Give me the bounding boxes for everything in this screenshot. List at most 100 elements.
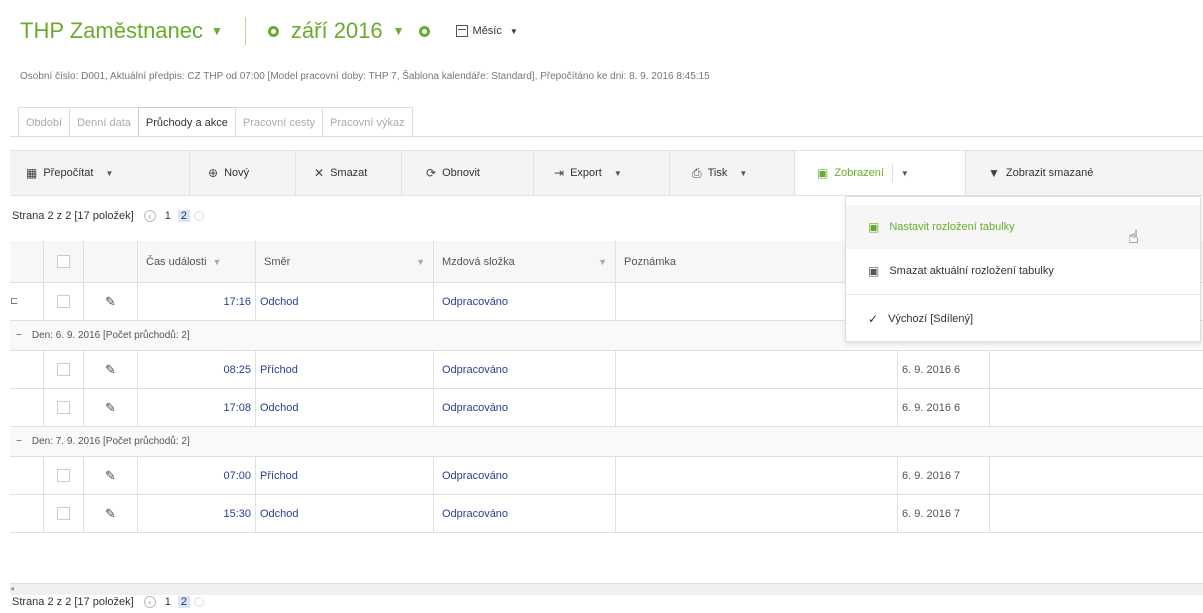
checkbox[interactable] bbox=[57, 363, 70, 376]
event-time[interactable]: 17:16 bbox=[138, 283, 256, 320]
wage-component[interactable]: Odpracováno bbox=[434, 495, 616, 532]
delete-button[interactable]: ✕ Smazat bbox=[296, 151, 402, 195]
layout-icon: ▣ bbox=[817, 166, 829, 180]
pager-bottom: Strana 2 z 2 [17 položek] ‹ 1 2 bbox=[12, 592, 204, 612]
next-period-icon[interactable] bbox=[418, 25, 430, 37]
refresh-button[interactable]: ⟳ Obnovit bbox=[402, 151, 534, 195]
event-time[interactable]: 15:30 bbox=[138, 495, 256, 532]
table-row[interactable]: ✎ 17:08 Odchod Odpracováno 6. 9. 2016 6 bbox=[10, 389, 1203, 427]
tab-period[interactable]: Období bbox=[18, 107, 71, 137]
new-button[interactable]: ⊕ Nový bbox=[190, 151, 296, 195]
prev-page-icon[interactable]: ‹ bbox=[143, 596, 156, 608]
edit-cell[interactable]: ✎ bbox=[84, 389, 138, 426]
chevron-down-icon[interactable]: ▼ bbox=[614, 169, 622, 178]
pager-label: Strana 2 z 2 [17 položek] bbox=[12, 596, 134, 608]
header-wage-component[interactable]: Mzdová složka ▼ bbox=[434, 241, 616, 282]
prev-page-icon[interactable]: ‹ bbox=[143, 210, 156, 222]
chevron-down-icon[interactable]: ▼ bbox=[901, 169, 909, 178]
menu-item-delete-layout[interactable]: ▣ Smazat aktuální rozložení tabulky bbox=[846, 249, 1200, 293]
direction[interactable]: Odchod bbox=[256, 283, 434, 320]
checkbox[interactable] bbox=[57, 469, 70, 482]
chevron-down-icon[interactable]: ▼ bbox=[105, 169, 113, 178]
wage-component[interactable]: Odpracováno bbox=[434, 457, 616, 494]
show-deleted-button[interactable]: ▼ Zobrazit smazané bbox=[966, 151, 1203, 195]
wage-component[interactable]: Odpracováno bbox=[434, 283, 616, 320]
pencil-icon[interactable]: ✎ bbox=[105, 294, 116, 310]
note bbox=[616, 389, 898, 426]
checkbox[interactable] bbox=[57, 255, 70, 268]
checkbox[interactable] bbox=[57, 295, 70, 308]
edit-cell[interactable]: ✎ bbox=[84, 283, 138, 320]
table-row[interactable]: ✎ 08:25 Příchod Odpracováno 6. 9. 2016 6 bbox=[10, 351, 1203, 389]
recalc-button[interactable]: ▦ Přepočítat ▼ bbox=[10, 151, 190, 195]
employee-title[interactable]: THP Zaměstnanec bbox=[20, 18, 203, 44]
event-time[interactable]: 07:00 bbox=[138, 457, 256, 494]
checkbox[interactable] bbox=[57, 507, 70, 520]
header-event-time[interactable]: Čas události ▼ bbox=[138, 241, 256, 282]
page-link-2[interactable]: 2 bbox=[177, 596, 190, 608]
pencil-icon[interactable]: ✎ bbox=[105, 506, 116, 522]
view-dropdown-menu: ▣ Nastavit rozložení tabulky ▣ Smazat ak… bbox=[845, 196, 1201, 342]
direction[interactable]: Příchod bbox=[256, 457, 434, 494]
row-select[interactable] bbox=[44, 457, 84, 494]
wage-component[interactable]: Odpracováno bbox=[434, 351, 616, 388]
menu-item-label: Výchozí [Sdílený] bbox=[888, 313, 974, 325]
sort-icon[interactable]: ▼ bbox=[213, 257, 222, 267]
direction[interactable]: Odchod bbox=[256, 495, 434, 532]
layout-delete-icon: ▣ bbox=[868, 264, 880, 278]
sort-icon[interactable]: ▼ bbox=[416, 257, 425, 267]
collapse-icon[interactable]: − bbox=[16, 330, 22, 341]
row-select[interactable] bbox=[44, 351, 84, 388]
sort-icon[interactable]: ▼ bbox=[598, 257, 607, 267]
view-mode-select[interactable]: Měsíc ▼ bbox=[455, 25, 518, 37]
event-time[interactable]: 17:08 bbox=[138, 389, 256, 426]
wage-component[interactable]: Odpracováno bbox=[434, 389, 616, 426]
chevron-down-icon: ▼ bbox=[509, 26, 518, 36]
caret-down-icon[interactable]: ▼ bbox=[211, 24, 223, 38]
prev-period-icon[interactable] bbox=[267, 25, 279, 37]
direction[interactable]: Odchod bbox=[256, 389, 434, 426]
date: 6. 9. 2016 6 bbox=[898, 351, 990, 388]
menu-item-default-shared[interactable]: ✓ Výchozí [Sdílený] bbox=[846, 297, 1200, 341]
menu-item-set-layout[interactable]: ▣ Nastavit rozložení tabulky bbox=[846, 205, 1200, 249]
table-row[interactable]: ✎ 07:00 Příchod Odpracováno 6. 9. 2016 7 bbox=[10, 457, 1203, 495]
chevron-down-icon[interactable]: ▼ bbox=[739, 169, 747, 178]
direction[interactable]: Příchod bbox=[256, 351, 434, 388]
header-direction[interactable]: Směr ▼ bbox=[256, 241, 434, 282]
pencil-icon[interactable]: ✎ bbox=[105, 468, 116, 484]
period-label[interactable]: září 2016 bbox=[291, 18, 383, 44]
next-page-icon[interactable] bbox=[193, 597, 204, 607]
refresh-label: Obnovit bbox=[442, 167, 480, 179]
checkbox[interactable] bbox=[57, 401, 70, 414]
view-label: Zobrazení bbox=[834, 167, 884, 179]
pencil-icon[interactable]: ✎ bbox=[105, 362, 116, 378]
tab-work-report[interactable]: Pracovní výkaz bbox=[322, 107, 413, 137]
next-page-icon[interactable] bbox=[193, 211, 204, 221]
tab-business-trips[interactable]: Pracovní cesty bbox=[234, 107, 323, 137]
pencil-icon[interactable]: ✎ bbox=[105, 400, 116, 416]
print-button[interactable]: ⎙ Tisk ▼ bbox=[670, 151, 795, 195]
delete-label: Smazat bbox=[330, 167, 368, 179]
tab-passages[interactable]: Průchody a akce bbox=[137, 107, 236, 137]
page-link-1[interactable]: 1 bbox=[162, 210, 174, 222]
export-button[interactable]: ⇥ Export ▼ bbox=[534, 151, 670, 195]
group-row[interactable]: − Den: 7. 9. 2016 [Počet průchodů: 2] bbox=[10, 427, 1203, 457]
row-select[interactable] bbox=[44, 495, 84, 532]
page-link-1[interactable]: 1 bbox=[162, 596, 174, 608]
period-caret-icon[interactable]: ▼ bbox=[393, 24, 405, 38]
event-time[interactable]: 08:25 bbox=[138, 351, 256, 388]
tab-daily-data[interactable]: Denní data bbox=[69, 107, 139, 137]
row-select[interactable] bbox=[44, 283, 84, 320]
grid-icon: ▦ bbox=[26, 166, 38, 180]
pager-label: Strana 2 z 2 [17 položek] bbox=[12, 210, 134, 222]
header-select-all[interactable] bbox=[44, 241, 84, 282]
page-link-2[interactable]: 2 bbox=[177, 210, 190, 222]
tree-icon[interactable]: ⊏ bbox=[10, 283, 44, 320]
edit-cell[interactable]: ✎ bbox=[84, 495, 138, 532]
collapse-icon[interactable]: − bbox=[16, 436, 22, 447]
row-select[interactable] bbox=[44, 389, 84, 426]
view-button[interactable]: ▣ Zobrazení ▼ bbox=[795, 151, 966, 195]
table-row[interactable]: ✎ 15:30 Odchod Odpracováno 6. 9. 2016 7 bbox=[10, 495, 1203, 533]
edit-cell[interactable]: ✎ bbox=[84, 457, 138, 494]
edit-cell[interactable]: ✎ bbox=[84, 351, 138, 388]
